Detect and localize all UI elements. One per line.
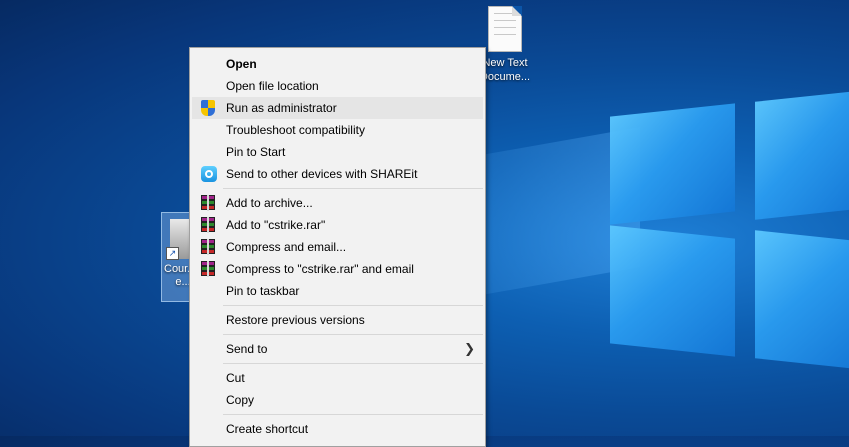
uac-shield-icon bbox=[201, 100, 217, 116]
menu-item-label: Restore previous versions bbox=[226, 313, 365, 327]
menu-item-copy[interactable]: Copy bbox=[192, 389, 483, 411]
menu-item-label: Send to other devices with SHAREit bbox=[226, 167, 418, 181]
menu-item-label: Create shortcut bbox=[226, 422, 309, 436]
menu-separator bbox=[223, 305, 483, 306]
menu-item-label: Add to "cstrike.rar" bbox=[226, 218, 326, 232]
menu-item-pin-to-start[interactable]: Pin to Start bbox=[192, 141, 483, 163]
text-document-icon bbox=[488, 6, 522, 52]
windows-logo-pane bbox=[610, 103, 735, 225]
menu-item-add-to-archive[interactable]: Add to archive... bbox=[192, 192, 483, 214]
menu-item-label: Send to bbox=[226, 342, 268, 356]
windows-logo-pane bbox=[610, 225, 735, 357]
menu-item-compress-to-cstrike-rar-and-email[interactable]: Compress to "cstrike.rar" and email bbox=[192, 258, 483, 280]
menu-item-label: Cut bbox=[226, 371, 245, 385]
menu-item-cut[interactable]: Cut bbox=[192, 367, 483, 389]
menu-item-label: Compress and email... bbox=[226, 240, 347, 254]
menu-item-label: Run as administrator bbox=[226, 101, 337, 115]
context-menu: Open Open file location Run as administr… bbox=[189, 47, 486, 447]
menu-separator bbox=[223, 414, 483, 415]
menu-item-label: Add to archive... bbox=[226, 196, 313, 210]
menu-item-label: Copy bbox=[226, 393, 255, 407]
menu-item-send-with-shareit[interactable]: Send to other devices with SHAREit bbox=[192, 163, 483, 185]
windows-logo-pane bbox=[755, 230, 849, 370]
menu-item-send-to[interactable]: Send to ❯ bbox=[192, 338, 483, 360]
menu-separator bbox=[223, 334, 483, 335]
shareit-icon bbox=[201, 166, 217, 182]
menu-item-add-to-cstrike-rar[interactable]: Add to "cstrike.rar" bbox=[192, 214, 483, 236]
menu-separator bbox=[223, 188, 483, 189]
menu-item-pin-to-taskbar[interactable]: Pin to taskbar bbox=[192, 280, 483, 302]
menu-item-open-file-location[interactable]: Open file location bbox=[192, 75, 483, 97]
windows-logo-pane bbox=[755, 90, 849, 220]
menu-item-label: Pin to taskbar bbox=[226, 284, 300, 298]
menu-item-label: Pin to Start bbox=[226, 145, 286, 159]
winrar-icon bbox=[201, 217, 217, 233]
chevron-right-icon: ❯ bbox=[464, 341, 475, 356]
menu-separator bbox=[223, 363, 483, 364]
menu-item-troubleshoot-compatibility[interactable]: Troubleshoot compatibility bbox=[192, 119, 483, 141]
winrar-icon bbox=[201, 195, 217, 211]
menu-item-create-shortcut[interactable]: Create shortcut bbox=[192, 418, 483, 440]
winrar-icon bbox=[201, 261, 217, 277]
shortcut-arrow-icon: ↗ bbox=[166, 247, 179, 260]
menu-item-open[interactable]: Open bbox=[192, 53, 483, 75]
menu-item-label: Troubleshoot compatibility bbox=[226, 123, 365, 137]
menu-item-label: Open file location bbox=[226, 79, 319, 93]
menu-item-label: Open bbox=[226, 57, 257, 71]
winrar-icon bbox=[201, 239, 217, 255]
menu-item-label: Compress to "cstrike.rar" and email bbox=[226, 262, 414, 276]
menu-item-compress-and-email[interactable]: Compress and email... bbox=[192, 236, 483, 258]
menu-item-run-as-administrator[interactable]: Run as administrator bbox=[192, 97, 483, 119]
menu-item-restore-previous-versions[interactable]: Restore previous versions bbox=[192, 309, 483, 331]
